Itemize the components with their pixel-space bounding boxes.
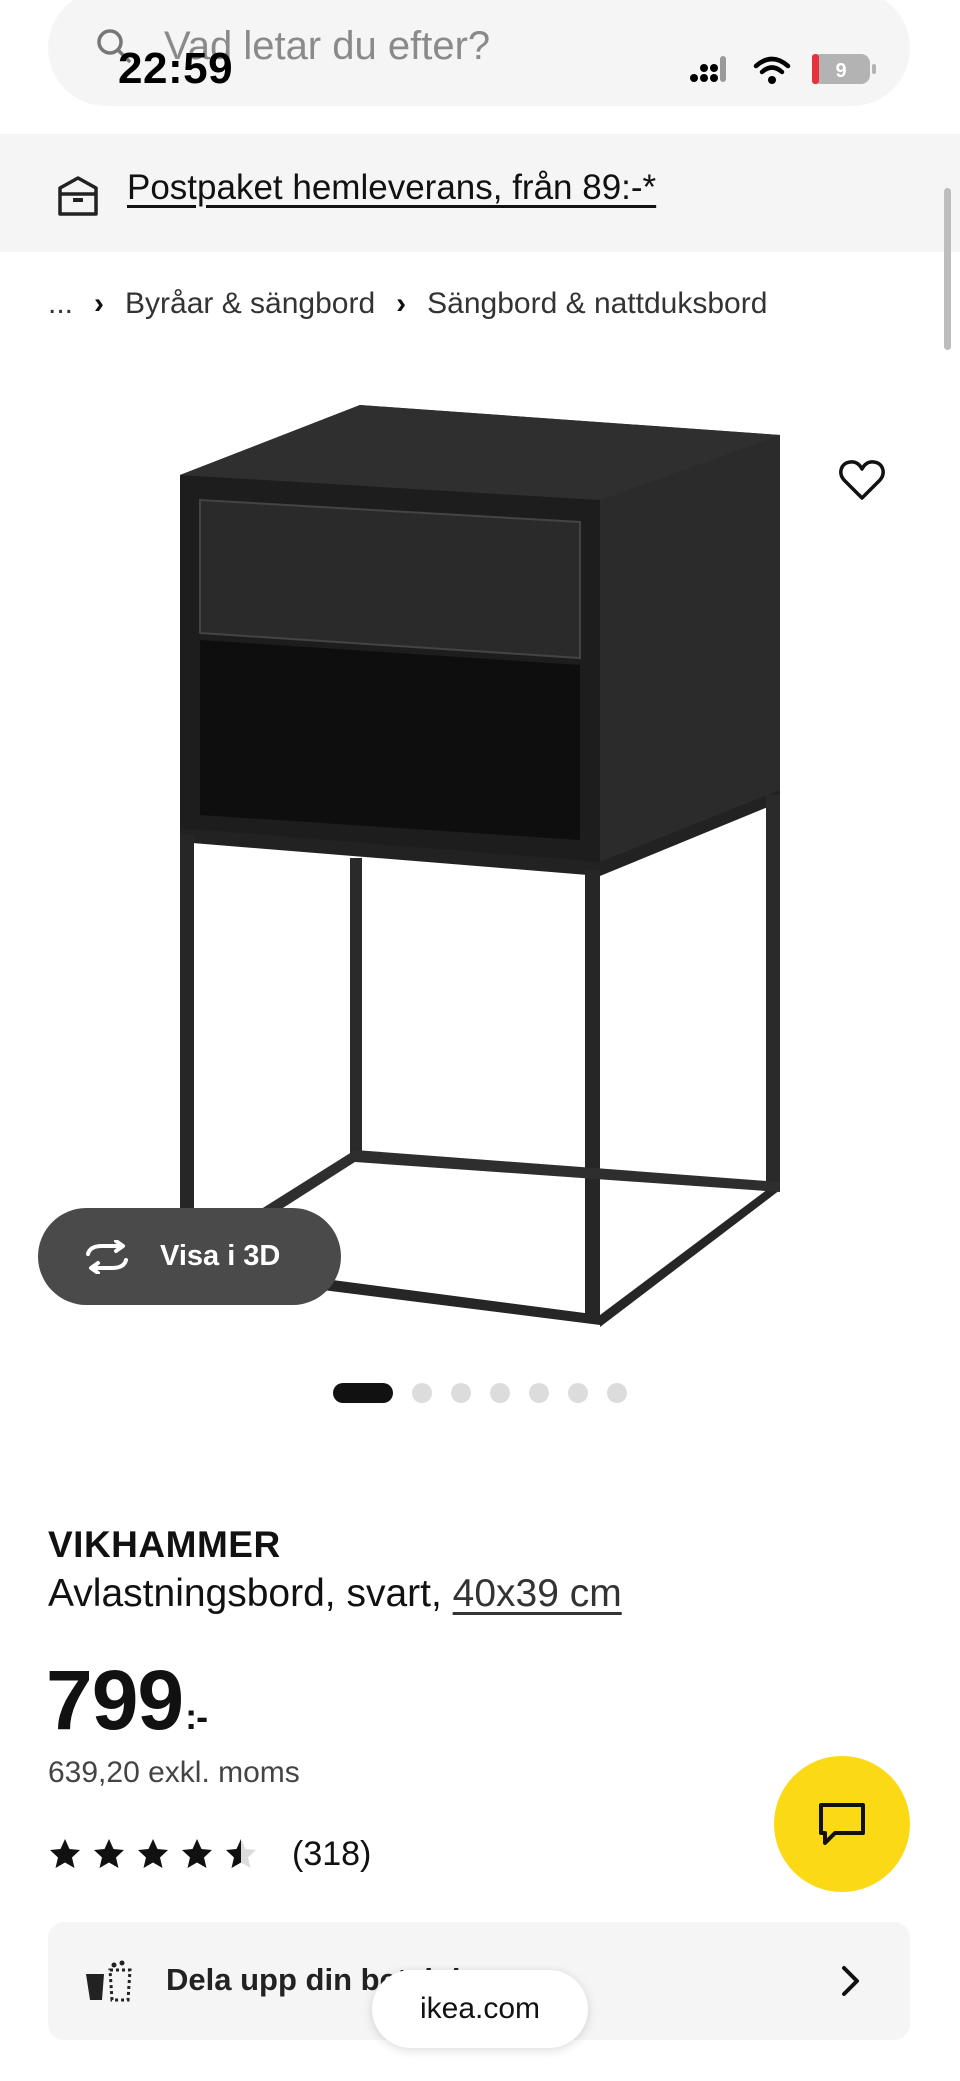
product-name: VIKHAMMER <box>48 1524 281 1565</box>
carousel-dot[interactable] <box>529 1383 549 1403</box>
rotate-icon <box>86 1239 128 1274</box>
chevron-right-icon <box>842 1966 859 1996</box>
carousel-dot[interactable] <box>568 1383 588 1403</box>
carousel-dots[interactable] <box>333 1383 627 1403</box>
product-rating[interactable]: (318) <box>48 1830 371 1878</box>
price-suffix: :- <box>185 1696 208 1737</box>
chat-icon <box>819 1803 865 1845</box>
svg-text:9: 9 <box>835 60 846 82</box>
price-value: 799 <box>46 1653 184 1747</box>
product-image[interactable] <box>160 390 800 1340</box>
star-icon <box>182 1839 212 1868</box>
product-type: Avlastningsbord, svart, <box>48 1572 442 1615</box>
breadcrumb-item-more[interactable]: ... <box>48 287 73 321</box>
carousel-dot-active[interactable] <box>333 1383 393 1403</box>
scrollbar[interactable] <box>944 188 951 350</box>
status-time: 22:59 <box>118 44 234 93</box>
breadcrumb-item-dressers[interactable]: Byråar & sängbord <box>125 287 375 321</box>
carousel-dot[interactable] <box>490 1383 510 1403</box>
star-half-icon <box>226 1839 256 1868</box>
review-count[interactable]: (318) <box>292 1835 371 1874</box>
chevron-right-icon: › <box>94 287 105 320</box>
star-icon <box>138 1839 168 1868</box>
breadcrumb-item-nightstands[interactable]: Sängbord & nattduksbord <box>427 287 767 321</box>
wifi-icon <box>753 56 791 84</box>
carousel-dot[interactable] <box>607 1383 627 1403</box>
product-price: 799:- <box>46 1652 208 1749</box>
top-bar: Vad letar du efter? 22:59 9 <box>0 0 960 134</box>
view-3d-label: Visa i 3D <box>160 1240 281 1272</box>
chevron-right-icon: › <box>396 287 407 320</box>
price-ex-vat: 639,20 exkl. moms <box>48 1756 300 1789</box>
carousel-dot[interactable] <box>451 1383 471 1403</box>
browser-url-bar[interactable]: ikea.com <box>372 1970 588 2048</box>
heart-icon[interactable] <box>838 458 886 502</box>
star-icon <box>94 1839 124 1868</box>
battery-icon: 9 <box>812 54 876 84</box>
signal-icon <box>690 56 726 82</box>
status-icons: 9 <box>690 54 876 84</box>
carousel-dot[interactable] <box>412 1383 432 1403</box>
package-icon <box>58 176 98 216</box>
star-icon <box>50 1839 80 1868</box>
product-size-link[interactable]: 40x39 cm <box>453 1572 622 1615</box>
product-description: Avlastningsbord, svart, 40x39 cm <box>48 1572 622 1616</box>
view-3d-button[interactable]: Visa i 3D <box>38 1208 341 1305</box>
chat-button[interactable] <box>774 1756 910 1892</box>
breadcrumb: ... › Byråar & sängbord › Sängbord & nat… <box>48 282 767 326</box>
split-payment-icon <box>86 1960 132 2002</box>
delivery-link[interactable]: Postpaket hemleverans, från 89:-* <box>127 168 656 208</box>
delivery-banner[interactable]: Postpaket hemleverans, från 89:-* <box>0 134 960 252</box>
